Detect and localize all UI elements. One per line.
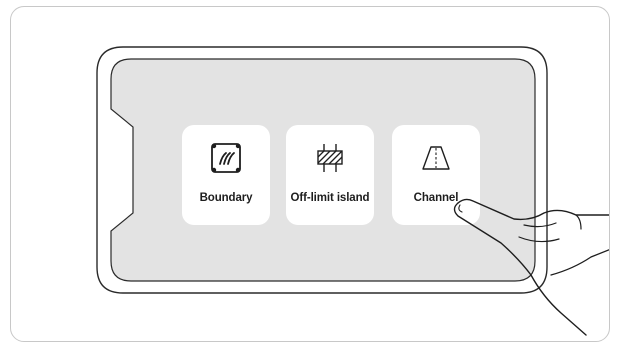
- channel-icon: [422, 146, 450, 170]
- off-limit-island-label: Off-limit island: [290, 192, 370, 204]
- illustration-frame: Boundary Off-limit island Channel: [10, 6, 610, 342]
- mode-options: Boundary Off-limit island Channel: [182, 125, 480, 225]
- off-limit-island-button[interactable]: Off-limit island: [286, 125, 374, 225]
- boundary-label: Boundary: [199, 192, 253, 204]
- channel-button[interactable]: Channel: [392, 125, 480, 225]
- channel-label: Channel: [413, 192, 459, 204]
- boundary-button[interactable]: Boundary: [182, 125, 270, 225]
- off-limit-island-icon: [317, 144, 343, 172]
- boundary-icon: [211, 143, 241, 173]
